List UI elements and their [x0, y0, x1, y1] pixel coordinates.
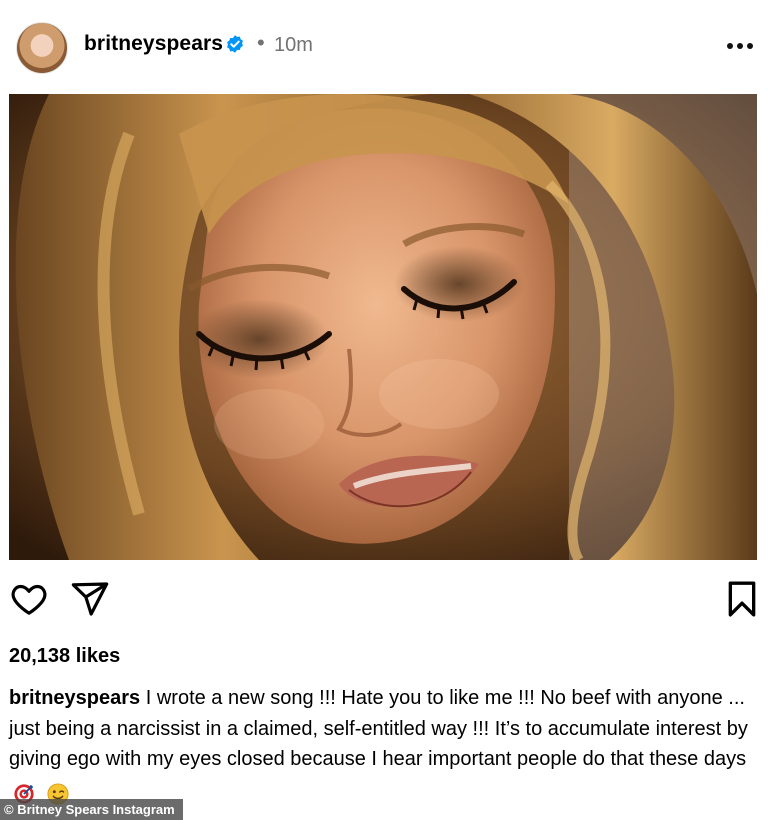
- send-icon[interactable]: [70, 579, 110, 619]
- heart-icon[interactable]: [9, 579, 49, 619]
- post-timestamp[interactable]: 10m: [274, 34, 313, 57]
- portrait-illustration: [9, 94, 757, 560]
- more-options-button[interactable]: [723, 34, 757, 58]
- post-image[interactable]: [9, 94, 757, 560]
- post-caption: britneyspears I wrote a new song !!! Hat…: [9, 683, 749, 809]
- profile-avatar[interactable]: [16, 22, 68, 74]
- action-bar: [0, 575, 768, 625]
- bookmark-icon[interactable]: [722, 579, 762, 619]
- username-link[interactable]: britneyspears: [84, 32, 223, 56]
- likes-count[interactable]: 20,138 likes: [9, 645, 120, 668]
- more-options-icon: [737, 43, 743, 49]
- verified-badge-icon: [227, 35, 243, 53]
- more-options-icon: [747, 43, 753, 49]
- separator-dot: •: [257, 30, 265, 55]
- photo-credit: © Britney Spears Instagram: [0, 799, 183, 820]
- caption-username[interactable]: britneyspears: [9, 687, 140, 709]
- more-options-icon: [727, 43, 733, 49]
- post-header: britneyspears • 10m: [0, 0, 768, 92]
